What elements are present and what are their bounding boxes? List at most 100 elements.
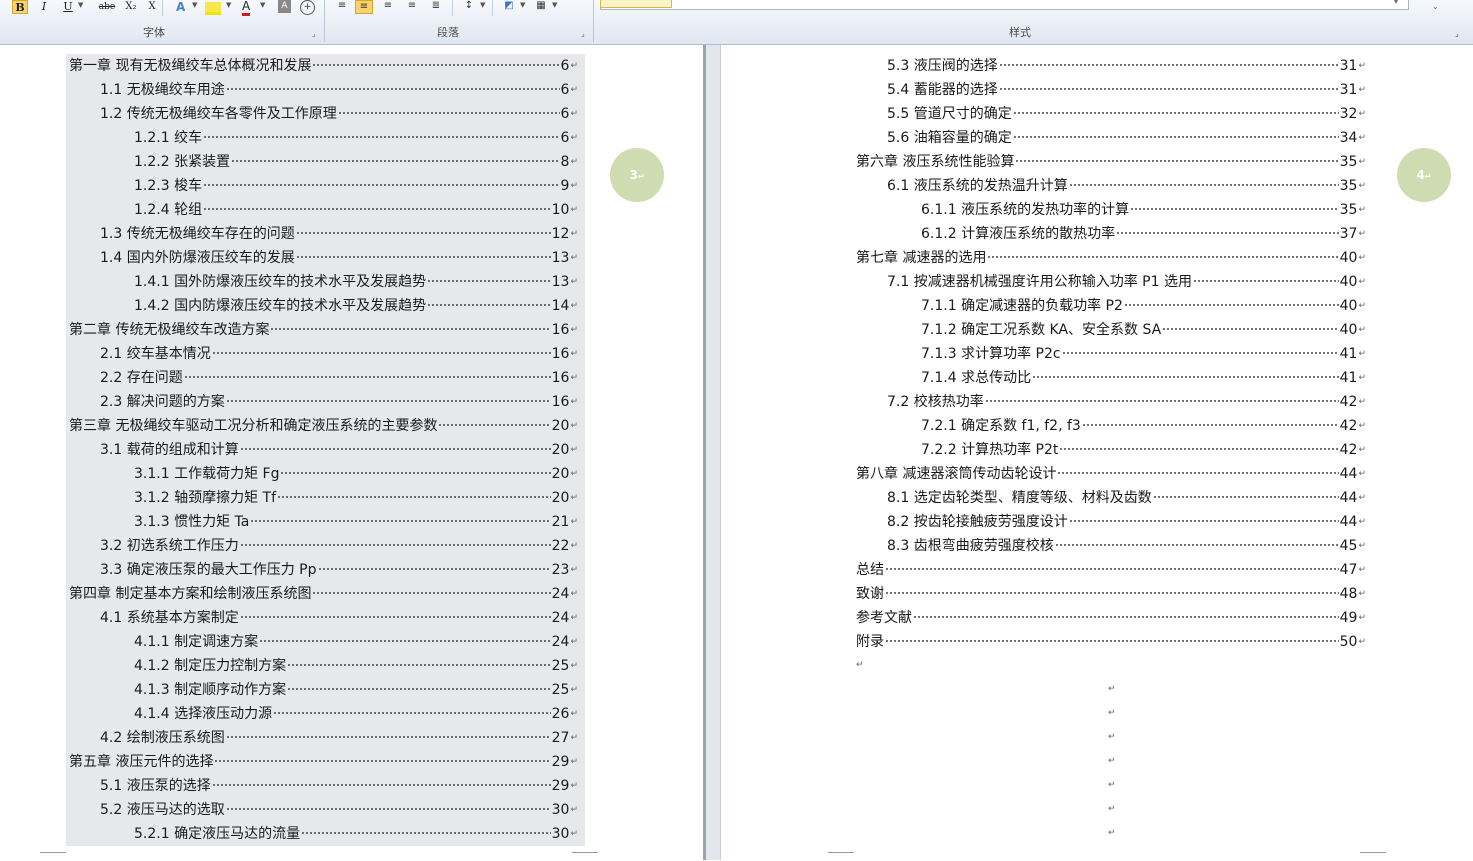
- styles-gallery-selected-item[interactable]: [600, 0, 672, 8]
- toc-entry[interactable]: 附录 50 ↵: [856, 631, 1366, 653]
- toc-entry[interactable]: 4.1 系统基本方案制定 24 ↵: [100, 607, 578, 629]
- toc-entry[interactable]: 7.2.1 确定系数 f1, f2, f3 42 ↵: [921, 415, 1366, 437]
- toc-entry[interactable]: 1.3 传统无极绳绞车存在的问题 12 ↵: [100, 223, 578, 245]
- toc-entry-label: 4.1.2 制定压力控制方案: [134, 658, 287, 674]
- shading-dropdown-icon[interactable]: ▼: [520, 1, 525, 9]
- toc-entry[interactable]: 致谢 48 ↵: [856, 583, 1366, 605]
- toc-entry[interactable]: 1.4 国内外防爆液压绞车的发展 13 ↵: [100, 247, 578, 269]
- align-right-icon[interactable]: ≡: [379, 0, 397, 14]
- toc-entry[interactable]: 5.2.1 确定液压马达的流量 30 ↵: [134, 823, 578, 845]
- shading-icon[interactable]: ◩: [500, 0, 518, 14]
- toc-entry[interactable]: 7.1 按减速器机械强度许用公称输入功率 P1 选用 40 ↵: [887, 271, 1366, 293]
- toc-entry[interactable]: 7.2.2 计算热功率 P2t 42 ↵: [921, 439, 1366, 461]
- enclose-char-icon[interactable]: +: [300, 0, 315, 15]
- toc-entry[interactable]: 1.2 传统无极绳绞车各零件及工作原理 6 ↵: [100, 103, 578, 125]
- borders-dropdown-icon[interactable]: ▼: [552, 1, 557, 9]
- toc-entry[interactable]: 2.2 存在问题 16 ↵: [100, 367, 578, 389]
- borders-icon[interactable]: ▦: [532, 0, 550, 14]
- toc-entry[interactable]: 5.3 液压阀的选择 31 ↵: [887, 55, 1366, 77]
- strikethrough-button[interactable]: abe: [96, 0, 118, 14]
- toc-entry[interactable]: 7.1.1 确定减速器的负载功率 P2 40 ↵: [921, 295, 1366, 317]
- toc-entry[interactable]: 1.4.2 国内防爆液压绞车的技术水平及发展趋势 14 ↵: [134, 295, 578, 317]
- align-left-icon[interactable]: ≡: [333, 0, 351, 14]
- toc-entry[interactable]: 4.1.3 制定顺序动作方案 25 ↵: [134, 679, 578, 701]
- toc-entry[interactable]: 7.1.4 求总传动比 41 ↵: [921, 367, 1366, 389]
- toc-entry[interactable]: 5.2 液压马达的选取 30 ↵: [100, 799, 578, 821]
- toc-entry[interactable]: 参考文献 49 ↵: [856, 607, 1366, 629]
- toc-page-number: 42: [1339, 442, 1358, 458]
- toc-entry[interactable]: 6.1.2 计算液压系统的散热功率 37 ↵: [921, 223, 1366, 245]
- toc-entry[interactable]: 7.2 校核热功率 42 ↵: [887, 391, 1366, 413]
- toc-entry[interactable]: 第二章 传统无极绳绞车改造方案 16 ↵: [69, 319, 578, 341]
- toc-entry[interactable]: 5.6 油箱容量的确定 34 ↵: [887, 127, 1366, 149]
- toc-entry[interactable]: 5.1 液压泵的选择 29 ↵: [100, 775, 578, 797]
- toc-entry[interactable]: 第六章 液压系统性能验算 35 ↵: [856, 151, 1366, 173]
- underline-button[interactable]: U: [60, 0, 76, 14]
- toc-entry[interactable]: 第七章 减速器的选用 40 ↵: [856, 247, 1366, 269]
- toc-entry[interactable]: 8.1 选定齿轮类型、精度等级、材料及齿数 44 ↵: [887, 487, 1366, 509]
- gallery-more-icon[interactable]: ⌄: [1432, 2, 1439, 11]
- char-shading-icon[interactable]: A: [278, 0, 291, 13]
- toc-entry[interactable]: 1.2.4 轮组 10 ↵: [134, 199, 578, 221]
- toc-entry[interactable]: 3.1.1 工作载荷力矩 Fg 20 ↵: [134, 463, 578, 485]
- styles-dialog-launcher-icon[interactable]: ⌟: [1455, 29, 1459, 38]
- justify-icon[interactable]: ≡: [403, 0, 421, 14]
- toc-entry[interactable]: 第四章 制定基本方案和绘制液压系统图 24 ↵: [69, 583, 578, 605]
- toc-entry[interactable]: 3.1.3 惯性力矩 Ta 21 ↵: [134, 511, 578, 533]
- toc-page-number: 40: [1339, 250, 1358, 266]
- toc-entry[interactable]: 4.1.4 选择液压动力源 26 ↵: [134, 703, 578, 725]
- toc-entry[interactable]: 4.2 绘制液压系统图 27 ↵: [100, 727, 578, 749]
- toc-entry[interactable]: 3.1 载荷的组成和计算 20 ↵: [100, 439, 578, 461]
- toc-entry[interactable]: 7.1.3 求计算功率 P2c 41 ↵: [921, 343, 1366, 365]
- toc-entry[interactable]: 第一章 现有无极绳绞车总体概况和发展 6 ↵: [69, 55, 578, 77]
- toc-entry[interactable]: 1.2.3 梭车 9 ↵: [134, 175, 578, 197]
- toc-entry[interactable]: 1.1 无极绳绞车用途 6 ↵: [100, 79, 578, 101]
- toc-entry[interactable]: 2.3 解决问题的方案 16 ↵: [100, 391, 578, 413]
- gallery-scroll-icon[interactable]: ▾: [1394, 0, 1398, 6]
- italic-button[interactable]: I: [36, 0, 52, 14]
- subscript-button[interactable]: X₂: [122, 0, 140, 14]
- toc-entry[interactable]: 8.3 齿根弯曲疲劳强度校核 45 ↵: [887, 535, 1366, 557]
- toc-entry[interactable]: 总结 47 ↵: [856, 559, 1366, 581]
- align-center-icon[interactable]: ≡: [355, 0, 373, 14]
- paragraph-dialog-launcher-icon[interactable]: ⌟: [581, 29, 585, 38]
- toc-entry-label: 6.1.1 液压系统的发热功率的计算: [921, 202, 1130, 218]
- toc-entry[interactable]: 5.4 蓄能器的选择 31 ↵: [887, 79, 1366, 101]
- bold-button[interactable]: B: [12, 0, 28, 14]
- font-color-icon[interactable]: A: [242, 0, 251, 16]
- toc-entry[interactable]: 5.5 管道尺寸的确定 32 ↵: [887, 103, 1366, 125]
- toc-entry[interactable]: 1.2.2 张紧装置 8 ↵: [134, 151, 578, 173]
- ribbon-separator: [593, 0, 594, 42]
- highlight-dropdown-icon[interactable]: ▼: [226, 1, 231, 9]
- toc-entry[interactable]: 1.2.1 绞车 6 ↵: [134, 127, 578, 149]
- text-effect-icon[interactable]: A: [176, 0, 185, 14]
- font-color-dropdown-icon[interactable]: ▼: [260, 1, 265, 9]
- line-spacing-dropdown-icon[interactable]: ▼: [480, 1, 485, 9]
- toc-page-number: 30: [551, 826, 570, 842]
- toc-entry[interactable]: 6.1.1 液压系统的发热功率的计算 35 ↵: [921, 199, 1366, 221]
- font-dialog-launcher-icon[interactable]: ⌟: [312, 29, 316, 38]
- toc-entry[interactable]: 3.1.2 轴颈摩擦力矩 Tf 20 ↵: [134, 487, 578, 509]
- toc-entry[interactable]: 4.1.1 制定调速方案 24 ↵: [134, 631, 578, 653]
- toc-entry[interactable]: 6.1 液压系统的发热温升计算 35 ↵: [887, 175, 1366, 197]
- toc-entry[interactable]: 3.3 确定液压泵的最大工作压力 Pp 23 ↵: [100, 559, 578, 581]
- highlight-icon[interactable]: [205, 2, 221, 15]
- toc-entry[interactable]: 第三章 无极绳绞车驱动工况分析和确定液压系统的主要参数 20 ↵: [69, 415, 578, 437]
- distributed-icon[interactable]: ≣: [427, 0, 445, 14]
- underline-dropdown-icon[interactable]: ▼: [78, 1, 83, 9]
- toc-entry[interactable]: 4.1.2 制定压力控制方案 25 ↵: [134, 655, 578, 677]
- toc-entry[interactable]: 7.1.2 确定工况系数 KA、安全系数 SA 40 ↵: [921, 319, 1366, 341]
- text-effect-dropdown-icon[interactable]: ▼: [192, 1, 197, 9]
- toc-entry-label: 3.1.1 工作载荷力矩 Fg: [134, 466, 280, 482]
- toc-entry[interactable]: 第八章 减速器滚筒传动齿轮设计 44 ↵: [856, 463, 1366, 485]
- superscript-button[interactable]: X: [144, 0, 160, 14]
- toc-entry[interactable]: 3.2 初选系统工作压力 22 ↵: [100, 535, 578, 557]
- toc-entry[interactable]: 1.4.1 国外防爆液压绞车的技术水平及发展趋势 13 ↵: [134, 271, 578, 293]
- styles-gallery[interactable]: [600, 0, 1409, 10]
- paragraph-mark-icon: ↵: [1358, 637, 1366, 647]
- line-spacing-icon[interactable]: ↕: [460, 0, 478, 14]
- toc-entry[interactable]: 2.1 绞车基本情况 16 ↵: [100, 343, 578, 365]
- toc-entry[interactable]: 第五章 液压元件的选择 29 ↵: [69, 751, 578, 773]
- toc-entry[interactable]: 8.2 按齿轮接触疲劳强度设计 44 ↵: [887, 511, 1366, 533]
- toc-page-number: 50: [1339, 634, 1358, 650]
